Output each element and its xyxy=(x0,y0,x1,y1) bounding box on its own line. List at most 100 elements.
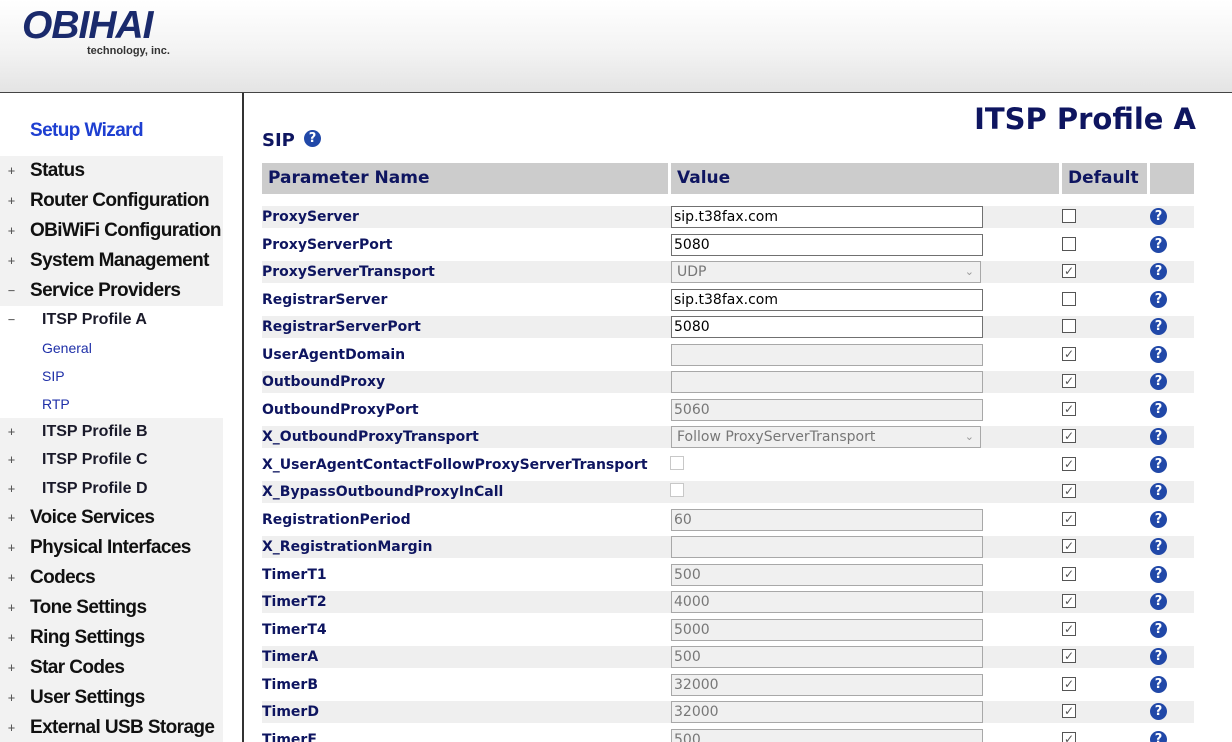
default-checkbox[interactable] xyxy=(1062,209,1076,223)
sidebar-item-itsp-profile-c[interactable]: + ITSP Profile C xyxy=(0,446,223,474)
default-checkbox[interactable]: ✓ xyxy=(1062,566,1076,581)
expand-icon[interactable]: + xyxy=(5,482,18,495)
collapse-icon[interactable]: − xyxy=(5,313,18,327)
help-icon[interactable]: ? xyxy=(1150,345,1167,363)
proxyserverport-input[interactable]: 5080 xyxy=(671,233,983,256)
default-checkbox[interactable]: ✓ xyxy=(1062,731,1076,742)
expand-icon[interactable]: + xyxy=(5,164,18,178)
help-icon[interactable]: ? xyxy=(1150,290,1167,308)
sidebar-item-voice-services[interactable]: + Voice Services xyxy=(0,503,223,533)
registrarserver-input[interactable]: sip.t38fax.com xyxy=(671,288,983,311)
proxyserver-input[interactable]: sip.t38fax.com xyxy=(671,206,983,228)
help-icon[interactable]: ? xyxy=(1150,483,1167,500)
expand-icon[interactable]: + xyxy=(5,453,18,467)
default-checkbox[interactable] xyxy=(1062,319,1076,333)
help-icon[interactable]: ? xyxy=(1150,318,1167,335)
help-icon[interactable]: ? xyxy=(304,130,321,147)
default-checkbox[interactable]: ✓ xyxy=(1062,704,1076,718)
help-icon[interactable]: ? xyxy=(1150,373,1167,390)
timere-input[interactable]: 500 xyxy=(671,728,983,742)
sidebar-item-codecs[interactable]: + Codecs xyxy=(0,563,223,593)
help-icon[interactable]: ? xyxy=(1150,565,1167,583)
default-checkbox[interactable]: ✓ xyxy=(1062,539,1076,553)
default-checkbox[interactable]: ✓ xyxy=(1062,484,1076,498)
default-checkbox[interactable]: ✓ xyxy=(1062,264,1076,278)
help-icon[interactable]: ? xyxy=(1150,235,1167,253)
help-icon[interactable]: ? xyxy=(1150,208,1167,225)
timerb-input[interactable]: 32000 xyxy=(671,673,983,696)
sidebar-item-system-management[interactable]: + System Management xyxy=(0,246,223,276)
default-checkbox[interactable]: ✓ xyxy=(1062,621,1076,636)
help-icon[interactable]: ? xyxy=(1150,593,1167,610)
outboundproxy-input[interactable] xyxy=(671,371,983,393)
default-checkbox[interactable]: ✓ xyxy=(1062,594,1076,608)
sidebar-item-star-codes[interactable]: + Star Codes xyxy=(0,653,223,683)
timerd-input[interactable]: 32000 xyxy=(671,701,983,723)
param-name: TimerA xyxy=(262,649,319,665)
help-icon[interactable]: ? xyxy=(1150,538,1167,555)
default-checkbox[interactable]: ✓ xyxy=(1062,401,1076,416)
sidebar-item-sip[interactable]: SIP xyxy=(0,362,223,390)
help-icon[interactable]: ? xyxy=(1150,400,1167,418)
sidebar-item-physical-interfaces[interactable]: + Physical Interfaces xyxy=(0,533,223,563)
sidebar-item-obiwifi-configuration[interactable]: + OBiWiFi Configuration xyxy=(0,216,223,246)
default-checkbox[interactable] xyxy=(1062,291,1076,306)
default-checkbox[interactable]: ✓ xyxy=(1062,676,1076,691)
sidebar-item-service-providers[interactable]: − Service Providers xyxy=(0,276,223,306)
default-checkbox[interactable]: ✓ xyxy=(1062,649,1076,663)
useragentdomain-input[interactable] xyxy=(671,343,983,366)
default-checkbox[interactable]: ✓ xyxy=(1062,511,1076,526)
sidebar-item-tone-settings[interactable]: + Tone Settings xyxy=(0,593,223,623)
timert4-input[interactable]: 5000 xyxy=(671,618,983,641)
default-checkbox[interactable]: ✓ xyxy=(1062,429,1076,443)
default-checkbox[interactable]: ✓ xyxy=(1062,346,1076,361)
timera-input[interactable]: 500 xyxy=(671,646,983,668)
help-icon[interactable]: ? xyxy=(1150,428,1167,445)
sidebar-item-status[interactable]: + Status xyxy=(0,156,223,186)
expand-icon[interactable]: + xyxy=(5,631,18,645)
expand-icon[interactable]: + xyxy=(5,194,18,208)
sidebar-item-itsp-profile-a[interactable]: − ITSP Profile A xyxy=(0,306,223,334)
expand-icon[interactable]: + xyxy=(5,254,18,268)
default-checkbox[interactable]: ✓ xyxy=(1062,374,1076,388)
x-outboundproxytransport-select[interactable]: Follow ProxyServerTransport ⌄ xyxy=(671,426,981,448)
expand-icon[interactable]: + xyxy=(5,425,18,439)
help-icon[interactable]: ? xyxy=(1150,730,1167,742)
help-icon[interactable]: ? xyxy=(1150,675,1167,693)
expand-icon[interactable]: + xyxy=(5,601,18,615)
registrarserverport-input[interactable]: 5080 xyxy=(671,316,983,338)
expand-icon[interactable]: + xyxy=(5,224,18,238)
sidebar-item-external-usb-storage[interactable]: + External USB Storage xyxy=(0,713,223,742)
setup-wizard-link[interactable]: Setup Wizard xyxy=(30,120,144,142)
timert1-input[interactable]: 500 xyxy=(671,563,983,586)
help-icon[interactable]: ? xyxy=(1150,703,1167,720)
sidebar-item-user-settings[interactable]: + User Settings xyxy=(0,683,223,713)
value-checkbox[interactable] xyxy=(670,483,684,497)
value-checkbox[interactable] xyxy=(670,455,684,470)
proxyservertransport-select[interactable]: UDP ⌄ xyxy=(671,261,981,283)
sidebar-item-itsp-profile-d[interactable]: + ITSP Profile D xyxy=(0,474,223,503)
sidebar-item-rtp[interactable]: RTP xyxy=(0,390,223,418)
sidebar-item-itsp-profile-b[interactable]: + ITSP Profile B xyxy=(0,418,223,446)
help-icon[interactable]: ? xyxy=(1150,455,1167,473)
expand-icon[interactable]: + xyxy=(5,541,18,555)
registrationperiod-input[interactable]: 60 xyxy=(671,508,983,531)
x-registrationmargin-input[interactable] xyxy=(671,536,983,558)
sidebar-item-ring-settings[interactable]: + Ring Settings xyxy=(0,623,223,653)
expand-icon[interactable]: + xyxy=(5,571,18,585)
expand-icon[interactable]: + xyxy=(5,661,18,675)
help-icon[interactable]: ? xyxy=(1150,620,1167,638)
sidebar-item-general[interactable]: General xyxy=(0,334,223,362)
default-checkbox[interactable]: ✓ xyxy=(1062,456,1076,471)
outboundproxyport-input[interactable]: 5060 xyxy=(671,398,983,421)
collapse-icon[interactable]: − xyxy=(5,284,18,298)
timert2-input[interactable]: 4000 xyxy=(671,591,983,613)
expand-icon[interactable]: + xyxy=(5,721,18,734)
help-icon[interactable]: ? xyxy=(1150,510,1167,528)
default-checkbox[interactable] xyxy=(1062,236,1076,251)
sidebar-item-router-configuration[interactable]: + Router Configuration xyxy=(0,186,223,216)
expand-icon[interactable]: + xyxy=(5,691,18,705)
help-icon[interactable]: ? xyxy=(1150,648,1167,665)
help-icon[interactable]: ? xyxy=(1150,263,1167,280)
expand-icon[interactable]: + xyxy=(5,511,18,525)
